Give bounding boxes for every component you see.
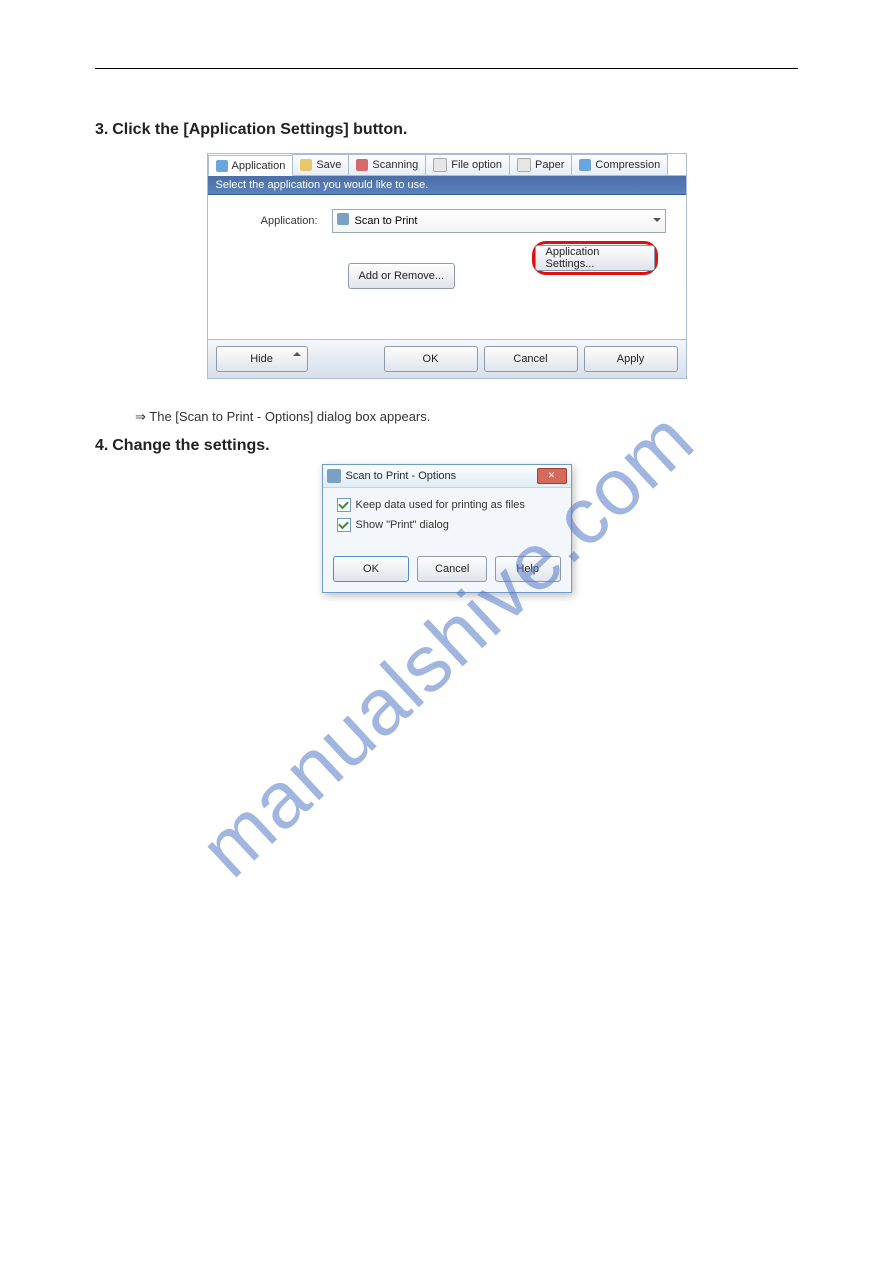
highlight-circle: Application Settings... xyxy=(532,241,658,275)
tab-label: Save xyxy=(316,159,341,171)
close-button[interactable]: ✕ xyxy=(537,468,567,484)
options-dialog: Scan to Print - Options ✕ Keep data used… xyxy=(322,464,572,593)
checkbox-label: Show "Print" dialog xyxy=(356,519,449,531)
tab-file-option[interactable]: File option xyxy=(425,154,510,175)
help-button[interactable]: Help xyxy=(495,556,561,582)
button-label: Cancel xyxy=(513,353,547,365)
ok-button[interactable]: OK xyxy=(333,556,410,582)
button-label: Application Settings... xyxy=(546,246,644,270)
tab-label: Paper xyxy=(535,159,564,171)
hide-button[interactable]: Hide xyxy=(216,346,308,372)
paper-icon xyxy=(517,158,531,172)
options-body: Keep data used for printing as files Sho… xyxy=(323,488,571,550)
step-number: 3. xyxy=(95,121,108,138)
add-remove-button[interactable]: Add or Remove... xyxy=(348,263,456,289)
options-footer: OK Cancel Help xyxy=(323,550,571,592)
scansnap-dialog: Application Save Scanning File option Pa… xyxy=(207,153,687,379)
tab-strip: Application Save Scanning File option Pa… xyxy=(208,154,686,176)
dropdown-value: Scan to Print xyxy=(355,215,418,227)
top-rule xyxy=(95,68,798,69)
tab-label: Compression xyxy=(595,159,660,171)
step-number: 4. xyxy=(95,437,108,454)
tab-label: Application xyxy=(232,160,286,172)
step-3: 3. Click the [Application Settings] butt… xyxy=(95,119,798,141)
step-text: Change the settings. xyxy=(112,437,269,454)
cancel-button[interactable]: Cancel xyxy=(484,346,578,372)
tab-label: File option xyxy=(451,159,502,171)
apply-button[interactable]: Apply xyxy=(584,346,678,372)
folder-icon xyxy=(300,159,312,171)
tab-application[interactable]: Application xyxy=(208,155,294,176)
window-icon xyxy=(216,160,228,172)
panel-body: Application: Scan to Print Application S… xyxy=(208,195,686,339)
dialog-footer: Hide OK Cancel Apply xyxy=(208,339,686,378)
ok-button[interactable]: OK xyxy=(384,346,478,372)
application-row: Application: Scan to Print xyxy=(228,209,666,233)
button-label: Hide xyxy=(250,353,273,365)
button-label: Apply xyxy=(617,353,645,365)
checkbox-icon xyxy=(337,498,351,512)
file-icon xyxy=(433,158,447,172)
checkbox-icon xyxy=(337,518,351,532)
step-4: 4. Change the settings. xyxy=(95,435,798,457)
compress-icon xyxy=(579,159,591,171)
tab-scanning[interactable]: Scanning xyxy=(348,154,426,175)
button-label: OK xyxy=(423,353,439,365)
tab-save[interactable]: Save xyxy=(292,154,349,175)
result-line: ⇒ The [Scan to Print - Options] dialog b… xyxy=(135,409,798,425)
application-label: Application: xyxy=(228,215,318,227)
titlebar: Scan to Print - Options ✕ xyxy=(323,465,571,488)
button-label: Help xyxy=(516,563,539,575)
title-text: Scan to Print - Options xyxy=(346,470,457,482)
button-label: Cancel xyxy=(435,563,469,575)
document-page: 3. Click the [Application Settings] butt… xyxy=(0,0,893,593)
tab-label: Scanning xyxy=(372,159,418,171)
application-settings-button[interactable]: Application Settings... xyxy=(535,245,655,271)
grid-icon xyxy=(356,159,368,171)
window-icon xyxy=(327,469,341,483)
button-label: Add or Remove... xyxy=(359,270,445,282)
show-print-dialog-checkbox-row[interactable]: Show "Print" dialog xyxy=(337,518,557,532)
checkbox-label: Keep data used for printing as files xyxy=(356,499,525,511)
application-dropdown[interactable]: Scan to Print xyxy=(332,209,666,233)
cancel-button[interactable]: Cancel xyxy=(417,556,486,582)
keep-data-checkbox-row[interactable]: Keep data used for printing as files xyxy=(337,498,557,512)
step-text: Click the [Application Settings] button. xyxy=(112,121,407,138)
tab-compression[interactable]: Compression xyxy=(571,154,668,175)
panel-caption: Select the application you would like to… xyxy=(208,176,686,195)
button-label: OK xyxy=(363,563,379,575)
tab-paper[interactable]: Paper xyxy=(509,154,572,175)
